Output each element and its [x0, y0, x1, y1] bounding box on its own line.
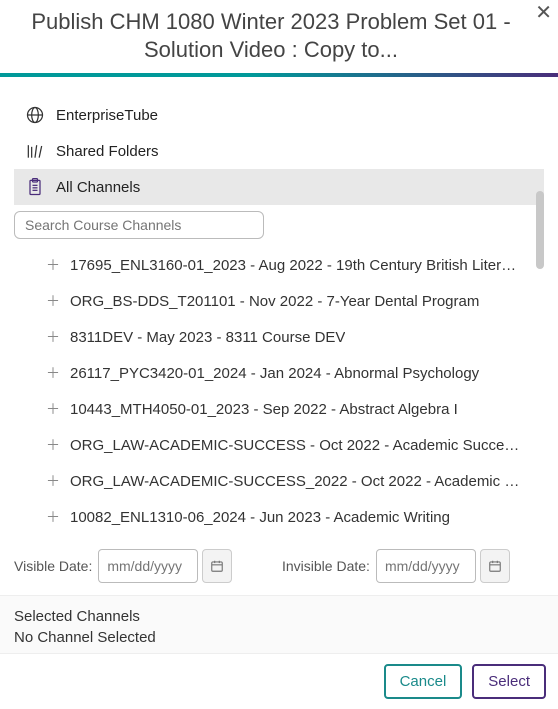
invisible-date-label: Invisible Date: — [282, 558, 370, 574]
expand-icon[interactable]: ＋ — [46, 471, 60, 491]
tree-item-all-channels[interactable]: All Channels — [14, 169, 544, 205]
tree-item-enterprisetube[interactable]: EnterpriseTube — [14, 97, 544, 133]
tree-item-shared-folders[interactable]: Shared Folders — [14, 133, 544, 169]
tree-item-label: Shared Folders — [56, 143, 159, 160]
calendar-icon[interactable] — [202, 549, 232, 583]
expand-icon[interactable]: ＋ — [46, 363, 60, 383]
channel-list: ＋ 17695_ENL3160-01_2023 - Aug 2022 - 19th… — [14, 247, 544, 535]
close-icon[interactable]: ✕ — [531, 0, 556, 29]
cancel-button[interactable]: Cancel — [384, 664, 463, 699]
channel-label: ORG_LAW-ACADEMIC-SUCCESS_2022 - Oct 2022… — [70, 473, 520, 490]
selected-channels-message: No Channel Selected — [14, 629, 544, 646]
expand-icon[interactable]: ＋ — [46, 327, 60, 347]
channel-row[interactable]: ＋ ORG_LAW-ACADEMIC-SUCCESS - Oct 2022 - A… — [14, 427, 524, 463]
channel-label: 26117_PYC3420-01_2024 - Jan 2024 - Abnor… — [70, 365, 479, 382]
calendar-icon[interactable] — [480, 549, 510, 583]
select-button[interactable]: Select — [472, 664, 546, 699]
channel-row[interactable]: ＋ 17695_ENL3160-01_2023 - Aug 2022 - 19th… — [14, 247, 524, 283]
channel-label: ORG_BS-DDS_T201101 - Nov 2022 - 7-Year D… — [70, 293, 479, 310]
expand-icon[interactable]: ＋ — [46, 255, 60, 275]
channel-label: 10443_MTH4050-01_2023 - Sep 2022 - Abstr… — [70, 401, 458, 418]
tree-item-label: All Channels — [56, 179, 140, 196]
expand-icon[interactable]: ＋ — [46, 507, 60, 527]
folders-icon — [24, 141, 46, 161]
visible-date-input[interactable] — [98, 549, 198, 583]
search-input[interactable] — [14, 211, 264, 239]
channel-row[interactable]: ＋ 10082_ENL1310-06_2024 - Jun 2023 - Acad… — [14, 499, 524, 535]
expand-icon[interactable]: ＋ — [46, 435, 60, 455]
channel-label: 10082_ENL1310-06_2024 - Jun 2023 - Acade… — [70, 509, 450, 526]
channel-row[interactable]: ＋ 10443_MTH4050-01_2023 - Sep 2022 - Abst… — [14, 391, 524, 427]
expand-icon[interactable]: ＋ — [46, 291, 60, 311]
scrollbar[interactable] — [536, 191, 544, 601]
clipboard-icon — [24, 177, 46, 197]
channel-row[interactable]: ＋ 8311DEV - May 2023 - 8311 Course DEV — [14, 319, 524, 355]
visible-date-label: Visible Date: — [14, 558, 92, 574]
selected-channels-heading: Selected Channels — [14, 608, 544, 625]
globe-icon — [24, 105, 46, 125]
channel-label: ORG_LAW-ACADEMIC-SUCCESS - Oct 2022 - Ac… — [70, 437, 520, 454]
channel-label: 8311DEV - May 2023 - 8311 Course DEV — [70, 329, 345, 346]
channel-label: 17695_ENL3160-01_2023 - Aug 2022 - 19th … — [70, 257, 520, 274]
channel-row[interactable]: ＋ ORG_BS-DDS_T201101 - Nov 2022 - 7-Year … — [14, 283, 524, 319]
channel-row[interactable]: ＋ 26117_PYC3420-01_2024 - Jan 2024 - Abno… — [14, 355, 524, 391]
expand-icon[interactable]: ＋ — [46, 399, 60, 419]
dialog-title: Publish CHM 1080 Winter 2023 Problem Set… — [8, 8, 534, 63]
invisible-date-input[interactable] — [376, 549, 476, 583]
scrollbar-thumb[interactable] — [536, 191, 544, 269]
tree-item-label: EnterpriseTube — [56, 107, 158, 124]
channel-row[interactable]: ＋ ORG_LAW-ACADEMIC-SUCCESS_2022 - Oct 202… — [14, 463, 524, 499]
